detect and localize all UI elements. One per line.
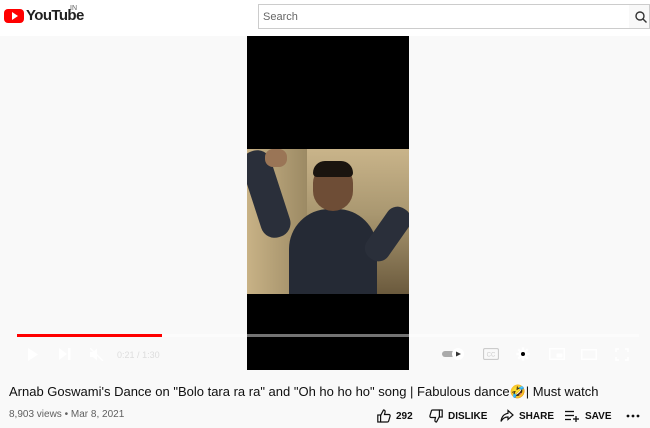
next-icon [59, 348, 71, 360]
theater-mode-button[interactable] [579, 345, 599, 363]
captions-icon: CC [483, 348, 499, 360]
view-count: 8,903 views [9, 409, 62, 420]
like-count: 292 [396, 410, 413, 422]
svg-text:CC: CC [487, 353, 496, 359]
upload-date: Mar 8, 2021 [70, 409, 125, 420]
video-meta: 8,903 views • Mar 8, 2021 [9, 409, 124, 420]
video-title: Arnab Goswami's Dance on "Bolo tara ra r… [9, 384, 599, 399]
dislike-label: DISLIKE [448, 410, 488, 422]
time-current: 0:21 [117, 350, 135, 360]
gear-icon [516, 347, 530, 361]
volume-muted-icon [90, 347, 104, 361]
top-bar: YouTube IN [0, 0, 650, 36]
settings-button[interactable] [513, 345, 533, 363]
miniplayer-button[interactable] [547, 345, 567, 363]
video-player[interactable]: 0:21 / 1:30 CC [9, 36, 647, 370]
share-label: SHARE [519, 410, 555, 422]
fullscreen-button[interactable] [612, 345, 632, 363]
progress-played [17, 334, 162, 337]
save-label: SAVE [585, 410, 612, 422]
thumbs-down-icon [429, 409, 443, 423]
share-button[interactable]: SHARE [500, 408, 554, 424]
dislike-button[interactable]: DISLIKE [429, 408, 487, 424]
play-button[interactable] [23, 345, 43, 363]
share-icon [500, 409, 514, 422]
theater-icon [581, 348, 597, 360]
play-icon [28, 347, 38, 361]
search-box [258, 4, 630, 29]
playlist-add-icon [565, 410, 579, 422]
like-button[interactable]: 292 [377, 408, 413, 424]
search-icon [635, 11, 647, 23]
youtube-play-icon [4, 8, 24, 23]
captions-button[interactable]: CC [481, 345, 501, 363]
save-button[interactable]: SAVE [565, 408, 612, 424]
video-thumbnail [247, 149, 409, 294]
miniplayer-icon [549, 348, 565, 360]
mute-button[interactable] [87, 345, 107, 363]
autoplay-toggle[interactable] [441, 345, 467, 363]
thumbs-up-icon [377, 409, 391, 423]
time-separator: / [137, 350, 140, 360]
country-code: IN [70, 5, 77, 12]
search-button[interactable] [629, 4, 650, 29]
time-total: 1:30 [142, 350, 160, 360]
fullscreen-icon [615, 347, 629, 361]
meta-separator: • [64, 409, 69, 420]
time-display: 0:21 / 1:30 [117, 350, 160, 360]
autoplay-icon [442, 348, 464, 360]
more-horizontal-icon [626, 414, 640, 418]
player-controls: 0:21 / 1:30 CC [9, 340, 647, 370]
next-button[interactable] [55, 345, 75, 363]
more-actions-button[interactable] [626, 408, 645, 424]
search-input[interactable] [263, 6, 603, 27]
video-frame[interactable] [247, 36, 409, 370]
youtube-logo[interactable]: YouTube IN [4, 5, 84, 24]
